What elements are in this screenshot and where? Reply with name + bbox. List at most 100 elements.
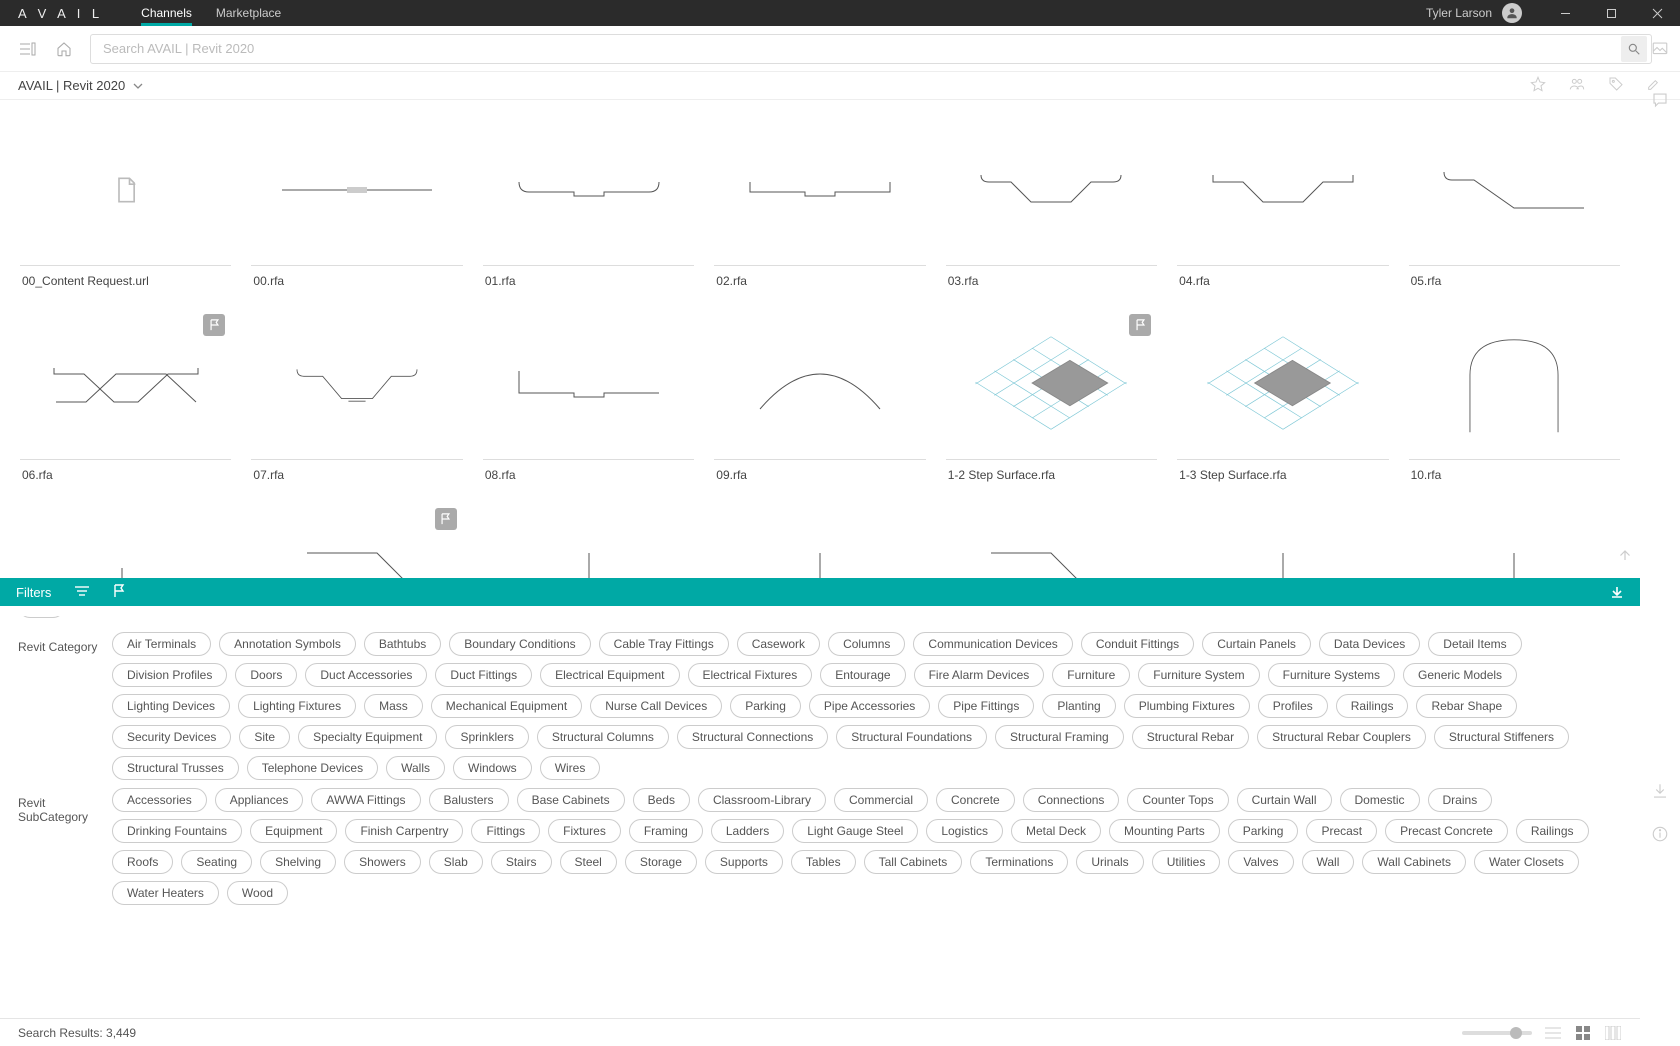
filter-pill[interactable]: Rebar Shape [1416, 694, 1517, 718]
filter-pill[interactable]: Precast Concrete [1385, 819, 1508, 843]
grid-item[interactable]: 02.rfa [714, 114, 925, 290]
filter-pill[interactable]: Windows [453, 756, 532, 780]
filter-pill[interactable]: Curtain Panels [1202, 632, 1311, 656]
filter-pill[interactable]: Structural Framing [995, 725, 1124, 749]
filter-pill[interactable]: Urinals [1076, 850, 1143, 874]
filter-pill[interactable]: Mechanical Equipment [431, 694, 582, 718]
filter-pill[interactable]: Bathtubs [364, 632, 441, 656]
filter-pill[interactable]: Site [239, 725, 290, 749]
filter-pill[interactable]: Duct Fittings [435, 663, 532, 687]
filter-pill[interactable]: Logistics [926, 819, 1003, 843]
grid-item[interactable]: 00.rfa [251, 114, 462, 290]
filter-pill[interactable]: Parking [730, 694, 801, 718]
window-close-icon[interactable] [1634, 0, 1680, 26]
panel-toggle-icon[interactable] [18, 39, 38, 59]
filter-pill[interactable]: Tall Cabinets [864, 850, 963, 874]
filter-pill[interactable]: Electrical Fixtures [688, 663, 813, 687]
filter-pill[interactable]: Steel [560, 850, 617, 874]
filter-pill[interactable]: Fixtures [548, 819, 621, 843]
filter-pill[interactable]: Pipe Fittings [938, 694, 1034, 718]
filter-pill[interactable]: Plumbing Fixtures [1124, 694, 1250, 718]
filter-pill[interactable]: Detail Items [1428, 632, 1521, 656]
filter-pill[interactable]: Balusters [429, 788, 509, 812]
filter-pill[interactable]: Entourage [820, 663, 905, 687]
filter-pill[interactable]: Storage [625, 850, 697, 874]
filter-collapse-icon[interactable] [1610, 584, 1624, 601]
filter-pill[interactable]: Structural Rebar [1132, 725, 1249, 749]
filter-pill[interactable]: Generic Models [1403, 663, 1517, 687]
filter-pill[interactable]: Water Heaters [112, 881, 219, 905]
grid-item[interactable]: 03.rfa [946, 114, 1157, 290]
home-icon[interactable] [54, 39, 74, 59]
grid-item[interactable] [714, 502, 925, 578]
filter-pill[interactable]: Fire Alarm Devices [914, 663, 1045, 687]
filter-pill[interactable]: Structural Stiffeners [1434, 725, 1569, 749]
filter-pill[interactable]: Seating [181, 850, 252, 874]
filter-pill[interactable]: Mass [364, 694, 423, 718]
filter-pill[interactable]: Wall [1302, 850, 1355, 874]
filter-pill[interactable]: Lighting Fixtures [238, 694, 356, 718]
filter-pill[interactable]: Fittings [471, 819, 540, 843]
filter-pill[interactable]: Structural Foundations [836, 725, 987, 749]
filter-pill[interactable]: Tables [791, 850, 856, 874]
filter-flag-icon[interactable] [113, 584, 125, 601]
filter-pill[interactable]: Equipment [250, 819, 337, 843]
search-input[interactable] [103, 41, 1621, 56]
image-preview-icon[interactable] [1651, 40, 1669, 61]
filter-pill[interactable]: Shelving [260, 850, 336, 874]
window-maximize-icon[interactable] [1588, 0, 1634, 26]
filter-pill[interactable]: Metal Deck [1011, 819, 1101, 843]
filter-pill[interactable]: Roofs [112, 850, 173, 874]
grid-item[interactable] [946, 502, 1157, 578]
comment-icon[interactable] [1651, 91, 1669, 112]
filter-pill[interactable]: Wall Cabinets [1362, 850, 1466, 874]
filter-pill[interactable]: Beds [633, 788, 690, 812]
filter-pill[interactable]: Light Gauge Steel [792, 819, 918, 843]
filter-pill[interactable]: Structural Trusses [112, 756, 239, 780]
filter-pill[interactable]: Duct Accessories [305, 663, 427, 687]
filter-pill[interactable]: Concrete [936, 788, 1015, 812]
tab-marketplace[interactable]: Marketplace [216, 0, 281, 26]
grid-item[interactable] [20, 502, 231, 578]
filter-pill[interactable]: Casework [737, 632, 820, 656]
filter-sort-icon[interactable] [75, 585, 89, 600]
filter-pill[interactable]: Furniture Systems [1268, 663, 1395, 687]
filter-pill[interactable]: Telephone Devices [247, 756, 378, 780]
download-icon[interactable] [1651, 782, 1669, 803]
grid-item[interactable]: 06.rfa [20, 308, 231, 484]
tab-channels[interactable]: Channels [141, 0, 192, 26]
filter-pill[interactable]: Electrical Equipment [540, 663, 679, 687]
tag-icon[interactable] [1608, 76, 1624, 95]
filter-pill[interactable]: Utilities [1152, 850, 1221, 874]
grid-item[interactable] [1177, 502, 1388, 578]
grid-item[interactable]: 08.rfa [483, 308, 694, 484]
filter-pill[interactable]: Supports [705, 850, 783, 874]
filter-pill[interactable]: Walls [386, 756, 445, 780]
filter-pill[interactable]: Accessories [112, 788, 207, 812]
filter-pill[interactable]: Annotation Symbols [219, 632, 356, 656]
info-icon[interactable] [1651, 825, 1669, 846]
filter-pill[interactable]: Planting [1042, 694, 1115, 718]
filter-pill[interactable]: Pipe Accessories [809, 694, 930, 718]
filter-pill[interactable]: Columns [828, 632, 905, 656]
filter-pill[interactable]: Valves [1228, 850, 1293, 874]
search-field[interactable] [90, 34, 1652, 64]
filter-pill[interactable]: Security Devices [112, 725, 231, 749]
filter-pill[interactable]: Terminations [970, 850, 1068, 874]
view-list-icon[interactable] [1544, 1024, 1562, 1042]
filter-pill[interactable]: Finish Carpentry [345, 819, 463, 843]
filter-pill[interactable]: Wood [227, 881, 288, 905]
filter-pill[interactable]: Base Cabinets [517, 788, 625, 812]
filter-pill[interactable]: Division Profiles [112, 663, 227, 687]
grid-item[interactable]: 01.rfa [483, 114, 694, 290]
filter-pill[interactable]: Stairs [491, 850, 552, 874]
filter-pill[interactable]: Drains [1428, 788, 1493, 812]
window-minimize-icon[interactable] [1542, 0, 1588, 26]
filter-pill[interactable]: Domestic [1340, 788, 1420, 812]
view-columns-icon[interactable] [1604, 1024, 1622, 1042]
thumbnail-size-slider[interactable] [1462, 1031, 1532, 1035]
grid-item[interactable]: 1-2 Step Surface.rfa [946, 308, 1157, 484]
filter-pill[interactable]: Nurse Call Devices [590, 694, 722, 718]
filter-pill[interactable]: Counter Tops [1127, 788, 1228, 812]
filter-pill[interactable]: Parking [1228, 819, 1299, 843]
